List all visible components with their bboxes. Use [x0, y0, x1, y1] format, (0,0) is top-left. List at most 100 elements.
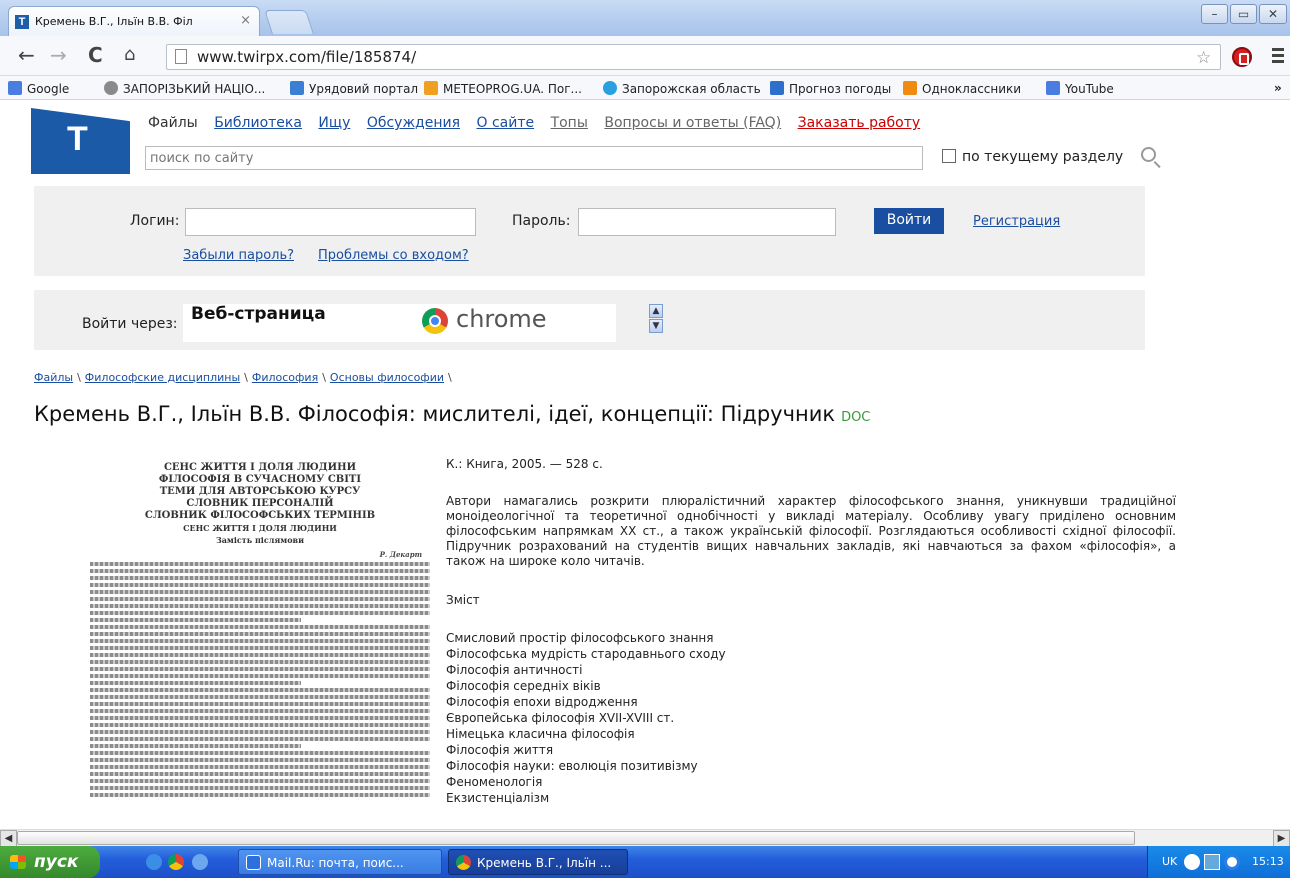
address-bar[interactable]: www.twirpx.com/file/185874/: [166, 44, 1221, 70]
bookmark-zaporozhye[interactable]: Запорожская область: [603, 81, 761, 96]
chrome-quicklaunch-icon[interactable]: [168, 854, 184, 870]
bookmark-google[interactable]: Google: [8, 81, 69, 96]
preview-text-line: [90, 660, 430, 664]
preview-text-line: [90, 765, 430, 769]
preview-text-line: [90, 625, 430, 629]
region-icon: [603, 81, 617, 95]
password-input[interactable]: [578, 208, 836, 236]
breadcrumb-files[interactable]: Файлы: [34, 371, 73, 384]
horizontal-scrollbar[interactable]: ◀ ▶: [0, 829, 1290, 847]
search-scope-label: по текущему разделу: [962, 149, 1124, 165]
bookmark-zntu[interactable]: ЗАПОРІЗЬКИЙ НАЦІО...: [104, 81, 265, 96]
breadcrumb-basics[interactable]: Основы философии: [330, 371, 444, 384]
back-icon[interactable]: ←: [18, 44, 35, 66]
tray-network-icon[interactable]: [1204, 854, 1220, 870]
bookmark-forecast[interactable]: Прогноз погоды: [770, 81, 891, 96]
bookmark-meteoprog[interactable]: METEOPROG.UA. Пог...: [424, 81, 582, 96]
minimize-button[interactable]: –: [1201, 4, 1228, 24]
preview-text-line: [90, 779, 430, 783]
ie-quicklaunch-icon[interactable]: [146, 854, 162, 870]
desktop-quicklaunch-icon[interactable]: [192, 854, 208, 870]
site-nav: Файлы Библиотека Ищу Обсуждения О сайте …: [148, 115, 932, 131]
breadcrumb: Файлы \ Философские дисциплины \ Философия \ О…: [34, 371, 452, 384]
task-mailru[interactable]: Mail.Ru: почта, поис...: [238, 849, 442, 875]
system-tray: UK 15:13: [1147, 846, 1290, 878]
preview-text-line: [90, 681, 301, 685]
provider-web-page[interactable]: Веб-страница: [191, 304, 326, 324]
list-item: Філософія науки: еволюція позитивізму: [446, 759, 698, 773]
breadcrumb-philosophical-disciplines[interactable]: Философские дисциплины: [85, 371, 240, 384]
scroll-up-icon[interactable]: ▲: [649, 304, 663, 318]
preview-text-line: [90, 751, 430, 755]
list-item: Феноменологія: [446, 775, 543, 789]
page-icon: [175, 49, 187, 64]
forgot-password-link[interactable]: Забыли пароль?: [183, 248, 294, 263]
contents-heading: Зміст: [446, 593, 480, 607]
preview-text-line: [90, 604, 430, 608]
search-field[interactable]: [146, 147, 922, 169]
document-preview-image[interactable]: СЕНС ЖИТТЯ І ДОЛЯ ЛЮДИНИ ФІЛОСОФІЯ В СУЧ…: [90, 462, 430, 824]
reload-icon[interactable]: C: [88, 44, 103, 66]
nav-discussions[interactable]: Обсуждения: [367, 115, 460, 131]
register-link[interactable]: Регистрация: [973, 214, 1060, 229]
preview-text-line: [90, 590, 430, 594]
format-badge: DOC: [841, 410, 871, 425]
nav-about[interactable]: О сайте: [476, 115, 534, 131]
menu-icon[interactable]: [1272, 48, 1284, 66]
bookmarks-overflow-icon[interactable]: »: [1274, 81, 1282, 95]
language-indicator[interactable]: UK: [1162, 855, 1177, 868]
scrollbar-thumb[interactable]: [17, 831, 1135, 845]
site-logo[interactable]: T: [31, 108, 130, 174]
description: Автори намагались розкрити плюралістични…: [446, 494, 1176, 568]
forward-icon[interactable]: →: [50, 44, 67, 66]
start-button[interactable]: пуск: [0, 846, 100, 878]
bookmark-youtube[interactable]: YouTube: [1046, 81, 1114, 96]
preview-text-line: [90, 793, 430, 797]
nav-tops[interactable]: Топы: [551, 115, 588, 131]
login-via-provider-list[interactable]: Веб-страница: [183, 304, 616, 342]
preview-epigraph-author: Р. Декарт: [379, 550, 422, 559]
search-scope-checkbox[interactable]: [942, 149, 956, 163]
page-title: Кремень В.Г., Ільїн В.В. Філософія: мисл…: [34, 402, 871, 426]
weather-icon: [424, 81, 438, 95]
scroll-down-icon[interactable]: ▼: [649, 319, 663, 333]
login-problems-link[interactable]: Проблемы со входом?: [318, 248, 469, 263]
nav-library[interactable]: Библиотека: [214, 115, 302, 131]
search-icon[interactable]: [1141, 147, 1156, 162]
bookmark-odnoklassniki[interactable]: Одноклассники: [903, 81, 1021, 96]
bookmark-star-icon[interactable]: ☆: [1196, 48, 1211, 68]
preview-text-line: [90, 639, 430, 643]
odnoklassniki-icon: [903, 81, 917, 95]
tray-app-icon[interactable]: [1224, 854, 1240, 870]
preview-text-line: [90, 653, 430, 657]
browser-tab[interactable]: T Кремень В.Г., Ільїн В.В. Філ ×: [8, 6, 260, 36]
preview-heading-6: СЕНС ЖИТТЯ І ДОЛЯ ЛЮДИНИ: [183, 523, 337, 533]
maximize-button[interactable]: ▭: [1230, 4, 1257, 24]
site-search-input[interactable]: [145, 146, 923, 170]
adblock-extension-icon[interactable]: [1232, 47, 1252, 67]
clock: 15:13: [1252, 855, 1284, 868]
login-button[interactable]: Войти: [874, 208, 944, 234]
preview-text-line: [90, 569, 430, 573]
close-window-button[interactable]: ✕: [1259, 4, 1287, 24]
nav-faq[interactable]: Вопросы и ответы (FAQ): [604, 115, 781, 131]
preview-text-line: [90, 758, 430, 762]
university-icon: [104, 81, 118, 95]
chrome-icon: [422, 308, 448, 334]
scroll-right-icon[interactable]: ▶: [1273, 830, 1290, 847]
nav-order-work[interactable]: Заказать работу: [798, 115, 921, 131]
preview-text-line: [90, 646, 430, 650]
nav-wanted[interactable]: Ищу: [318, 115, 350, 131]
scroll-left-icon[interactable]: ◀: [0, 830, 17, 847]
home-icon[interactable]: ⌂: [124, 44, 135, 66]
tray-arrow-icon[interactable]: [1184, 854, 1200, 870]
chrome-icon: [456, 855, 471, 870]
login-input[interactable]: [185, 208, 476, 236]
preview-text-line: [90, 772, 430, 776]
bookmark-gov-portal[interactable]: Урядовий портал: [290, 81, 418, 96]
preview-heading-2: ФІЛОСОФІЯ В СУЧАСНОМУ СВІТІ: [158, 474, 362, 485]
new-tab-button[interactable]: [264, 10, 314, 34]
tab-close-icon[interactable]: ×: [240, 13, 251, 28]
breadcrumb-philosophy[interactable]: Философия: [252, 371, 318, 384]
task-chrome-active[interactable]: Кремень В.Г., Ільїн ...: [448, 849, 628, 875]
